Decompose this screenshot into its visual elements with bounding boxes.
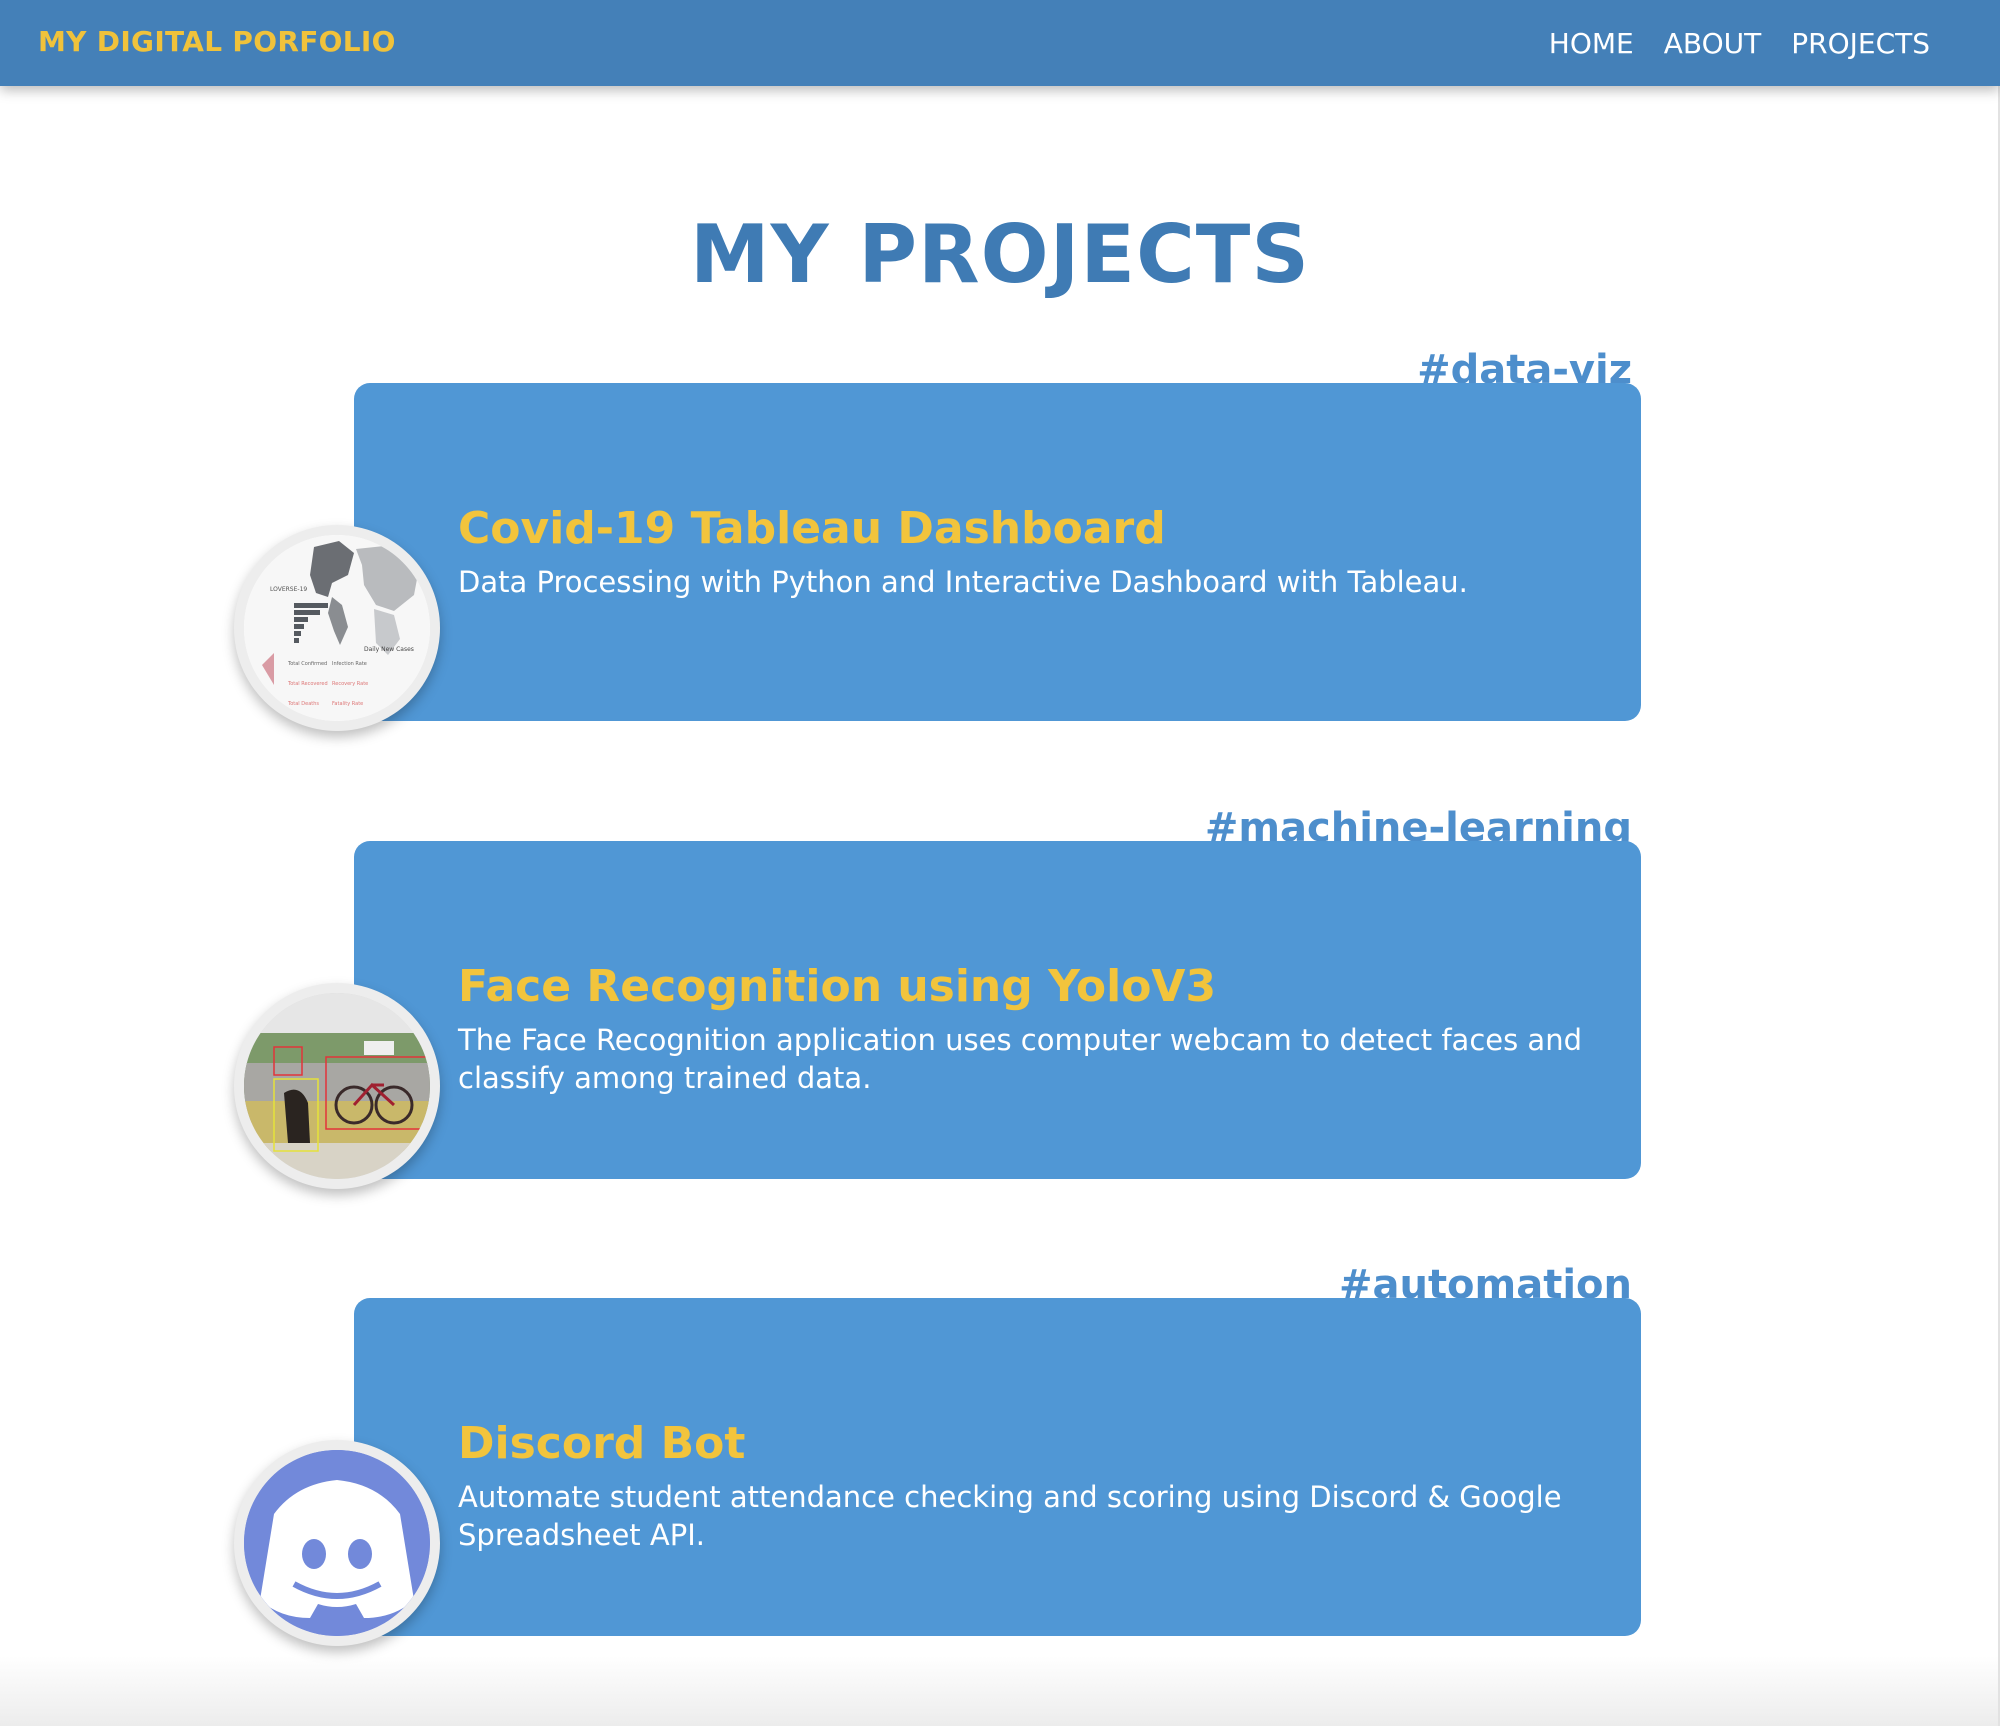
map-dashboard-thumbnail-icon: LOVERSE-19 Daily New Cases Total Confirm… <box>244 535 430 721</box>
project-title[interactable]: Discord Bot <box>458 1418 745 1469</box>
svg-text:Total Recovered: Total Recovered <box>287 681 328 687</box>
object-detection-thumbnail-icon <box>244 993 430 1179</box>
svg-text:Total Deaths: Total Deaths <box>287 701 319 707</box>
project-item-discord-bot: #automation Discord Bot Automate student… <box>0 1260 2000 1700</box>
svg-text:Recovery Rate: Recovery Rate <box>332 681 368 687</box>
svg-text:Total Confirmed: Total Confirmed <box>287 661 327 667</box>
project-card[interactable]: Covid-19 Tableau Dashboard Data Processi… <box>354 383 1641 721</box>
svg-text:LOVERSE-19: LOVERSE-19 <box>270 586 307 593</box>
project-card[interactable]: Discord Bot Automate student attendance … <box>354 1298 1641 1636</box>
project-thumbnail[interactable]: LOVERSE-19 Daily New Cases Total Confirm… <box>234 525 440 731</box>
project-item-covid-dashboard: #data-viz Covid-19 Tableau Dashboard Dat… <box>0 345 2000 785</box>
project-item-face-recognition: #machine-learning Face Recognition using… <box>0 803 2000 1243</box>
nav-link-home[interactable]: HOME <box>1549 27 1634 60</box>
discord-logo-icon <box>244 1450 430 1636</box>
project-description: The Face Recognition application uses co… <box>458 1023 1582 1095</box>
bottom-fade <box>0 1656 2000 1726</box>
project-thumbnail[interactable] <box>234 1440 440 1646</box>
nav-link-projects[interactable]: PROJECTS <box>1791 27 1930 60</box>
svg-text:Infection Rate: Infection Rate <box>332 661 367 667</box>
brand-logo-text[interactable]: MY DIGITAL PORFOLIO <box>38 25 396 58</box>
nav-link-about[interactable]: ABOUT <box>1664 27 1762 60</box>
project-title[interactable]: Covid-19 Tableau Dashboard <box>458 503 1166 554</box>
project-card[interactable]: Face Recognition using YoloV3 The Face R… <box>354 841 1641 1179</box>
project-description: Automate student attendance checking and… <box>458 1480 1562 1552</box>
project-title[interactable]: Face Recognition using YoloV3 <box>458 961 1216 1012</box>
page: MY DIGITAL PORFOLIO HOME ABOUT PROJECTS … <box>0 0 2000 1726</box>
project-description: Data Processing with Python and Interact… <box>458 565 1468 599</box>
nav-links: HOME ABOUT PROJECTS <box>1549 27 1930 60</box>
svg-text:Daily New Cases: Daily New Cases <box>364 646 414 653</box>
svg-text:Fatality Rate: Fatality Rate <box>332 701 363 707</box>
project-thumbnail[interactable] <box>234 983 440 1189</box>
page-title: MY PROJECTS <box>690 208 1310 301</box>
navbar: MY DIGITAL PORFOLIO HOME ABOUT PROJECTS <box>0 0 2000 86</box>
